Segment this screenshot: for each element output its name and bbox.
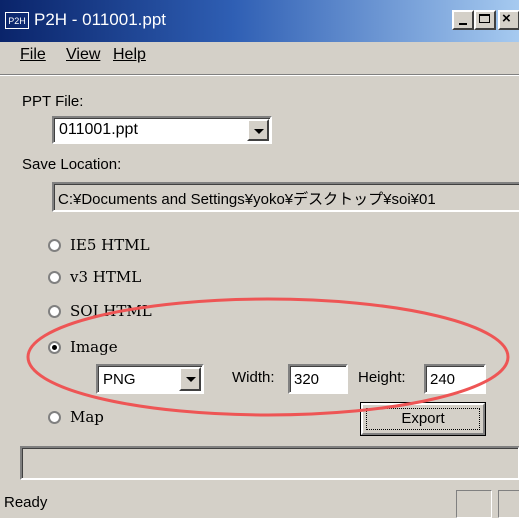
menu-view-label: View: [66, 46, 101, 63]
ppt-file-value: 011001.ppt: [59, 121, 138, 138]
image-format-dropdown-button[interactable]: [179, 367, 201, 391]
width-label: Width:: [232, 369, 275, 386]
menu-file-label: File: [20, 46, 46, 63]
menu-divider: [0, 74, 519, 76]
progress-bar: [20, 446, 519, 480]
radio-ie5-html-button[interactable]: [48, 239, 61, 252]
menu-view[interactable]: View: [66, 46, 100, 64]
export-button-label: Export: [401, 410, 445, 427]
radio-map-button[interactable]: [48, 411, 61, 424]
height-input[interactable]: 240: [424, 364, 486, 394]
menu-help-label: Help: [113, 46, 146, 63]
save-location-field[interactable]: C:¥Documents and Settings¥yoko¥デスクトップ¥so…: [52, 182, 519, 212]
radio-image-label: Image: [70, 338, 118, 356]
radio-soi-html-label: SOI HTML: [70, 302, 152, 320]
chevron-down-icon: [254, 129, 264, 134]
radio-map-label: Map: [70, 408, 104, 426]
height-value: 240: [430, 371, 456, 388]
title-bar[interactable]: P2H P2H - 011001.ppt ×: [0, 0, 519, 42]
app-window: P2H P2H - 011001.ppt × File View Help PP…: [0, 0, 519, 518]
menu-file[interactable]: File: [20, 46, 46, 64]
ppt-file-dropdown-button[interactable]: [247, 119, 269, 141]
status-text: Ready: [4, 494, 48, 511]
close-icon: ×: [502, 10, 511, 27]
app-icon: P2H: [5, 12, 29, 29]
width-value: 320: [294, 371, 320, 388]
status-bar: Ready: [0, 488, 519, 518]
image-format-value: PNG: [103, 371, 136, 388]
minimize-button[interactable]: [452, 10, 474, 30]
radio-soi-html-button[interactable]: [48, 305, 61, 318]
menu-bar: File View Help: [0, 42, 519, 72]
ppt-file-dropdown[interactable]: 011001.ppt: [52, 116, 272, 144]
chevron-down-icon: [186, 377, 196, 382]
radio-ie5-html-label: IE5 HTML: [70, 236, 150, 254]
radio-v3-html-label: v3 HTML: [70, 268, 142, 286]
status-pane-2: [498, 490, 519, 518]
menu-help[interactable]: Help: [113, 46, 146, 64]
maximize-button[interactable]: [474, 10, 496, 30]
save-location-value: C:¥Documents and Settings¥yoko¥デスクトップ¥so…: [58, 191, 436, 208]
minimize-icon: [459, 23, 467, 25]
save-location-label: Save Location:: [22, 156, 122, 173]
close-button[interactable]: ×: [498, 10, 519, 30]
progress-bar-frame: [22, 448, 518, 478]
ppt-file-label: PPT File:: [22, 93, 84, 110]
width-input[interactable]: 320: [288, 364, 348, 394]
radio-v3-html-button[interactable]: [48, 271, 61, 284]
image-format-dropdown[interactable]: PNG: [96, 364, 204, 394]
height-label: Height:: [358, 369, 406, 386]
export-button[interactable]: Export: [360, 402, 486, 436]
radio-image-button[interactable]: [48, 341, 61, 354]
status-pane-1: [456, 490, 492, 518]
maximize-icon: [479, 14, 490, 23]
window-title: P2H - 011001.ppt: [34, 10, 166, 29]
